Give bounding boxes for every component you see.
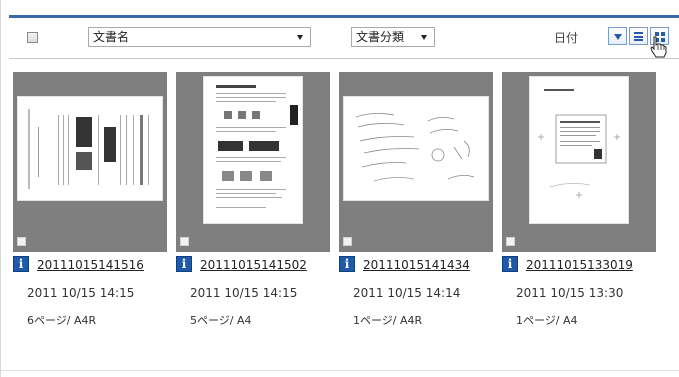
document-page-count: 1ページ bbox=[516, 314, 556, 327]
document-meta: i 20111015141502 2011 10/15 14:15 5ページ/ … bbox=[176, 252, 330, 342]
document-thumbnail[interactable] bbox=[339, 72, 493, 252]
document-paper-size: A4 bbox=[562, 314, 578, 327]
document-thumbnail[interactable] bbox=[502, 72, 656, 252]
toolbar: 文書名 文書分類 日付 bbox=[9, 18, 679, 56]
document-name-select-value: 文書名 bbox=[93, 30, 130, 44]
document-meta: i 20111015133019 2011 10/15 13:30 1ページ/ … bbox=[502, 252, 656, 342]
document-card: i 20111015133019 2011 10/15 13:30 1ページ/ … bbox=[502, 72, 656, 342]
document-list-view: 文書名 文書分類 日付 i 20111015141516 2011 10/15 … bbox=[0, 0, 679, 377]
document-page-info: 6ページ/ A4R bbox=[27, 314, 97, 327]
list-view-button[interactable] bbox=[629, 27, 648, 45]
page-preview bbox=[18, 97, 162, 200]
document-date: 2011 10/15 13:30 bbox=[516, 286, 624, 300]
page-preview bbox=[204, 77, 302, 223]
document-select-checkbox[interactable] bbox=[180, 237, 189, 246]
document-select-checkbox[interactable] bbox=[506, 237, 515, 246]
info-icon[interactable]: i bbox=[502, 256, 518, 272]
info-icon[interactable]: i bbox=[339, 256, 355, 272]
document-page-info: 5ページ/ A4 bbox=[190, 314, 252, 327]
toolbar-divider bbox=[9, 58, 679, 59]
document-meta: i 20111015141434 2011 10/15 14:14 1ページ/ … bbox=[339, 252, 493, 342]
document-name-link[interactable]: 20111015133019 bbox=[526, 258, 633, 272]
document-page-info: 1ページ/ A4 bbox=[516, 314, 578, 327]
document-meta: i 20111015141516 2011 10/15 14:15 6ページ/ … bbox=[13, 252, 167, 342]
document-class-select[interactable]: 文書分類 bbox=[351, 27, 435, 47]
document-page-count: 1ページ bbox=[353, 314, 393, 327]
bottom-divider bbox=[1, 370, 679, 371]
chevron-down-icon bbox=[421, 35, 427, 40]
document-select-checkbox[interactable] bbox=[343, 237, 352, 246]
document-card: i 20111015141502 2011 10/15 14:15 5ページ/ … bbox=[176, 72, 330, 342]
date-sort-label: 日付 bbox=[554, 31, 579, 45]
chevron-down-icon bbox=[297, 35, 303, 40]
document-date: 2011 10/15 14:14 bbox=[353, 286, 461, 300]
document-date: 2011 10/15 14:15 bbox=[27, 286, 135, 300]
sort-descending-icon bbox=[614, 34, 622, 40]
document-card: i 20111015141516 2011 10/15 14:15 6ページ/ … bbox=[13, 72, 167, 342]
sort-order-button[interactable] bbox=[608, 27, 627, 45]
document-page-info: 1ページ/ A4R bbox=[353, 314, 423, 327]
document-name-link[interactable]: 20111015141516 bbox=[37, 258, 144, 272]
document-date: 2011 10/15 14:15 bbox=[190, 286, 298, 300]
hand-pointer-icon bbox=[650, 36, 667, 58]
document-name-link[interactable]: 20111015141434 bbox=[363, 258, 470, 272]
document-page-count: 5ページ bbox=[190, 314, 230, 327]
document-page-count: 6ページ bbox=[27, 314, 67, 327]
document-paper-size: A4R bbox=[73, 314, 97, 327]
info-icon[interactable]: i bbox=[13, 256, 29, 272]
page-preview bbox=[344, 97, 488, 200]
document-class-select-value: 文書分類 bbox=[356, 30, 405, 44]
document-name-select[interactable]: 文書名 bbox=[88, 27, 311, 47]
list-view-icon bbox=[634, 32, 643, 41]
select-all-checkbox[interactable] bbox=[27, 32, 38, 43]
page-preview bbox=[530, 77, 628, 223]
document-name-link[interactable]: 20111015141502 bbox=[200, 258, 307, 272]
document-select-checkbox[interactable] bbox=[17, 237, 26, 246]
document-thumbnail[interactable] bbox=[176, 72, 330, 252]
document-thumbnail[interactable] bbox=[13, 72, 167, 252]
document-paper-size: A4 bbox=[236, 314, 252, 327]
info-icon[interactable]: i bbox=[176, 256, 192, 272]
document-card: i 20111015141434 2011 10/15 14:14 1ページ/ … bbox=[339, 72, 493, 342]
document-paper-size: A4R bbox=[399, 314, 423, 327]
